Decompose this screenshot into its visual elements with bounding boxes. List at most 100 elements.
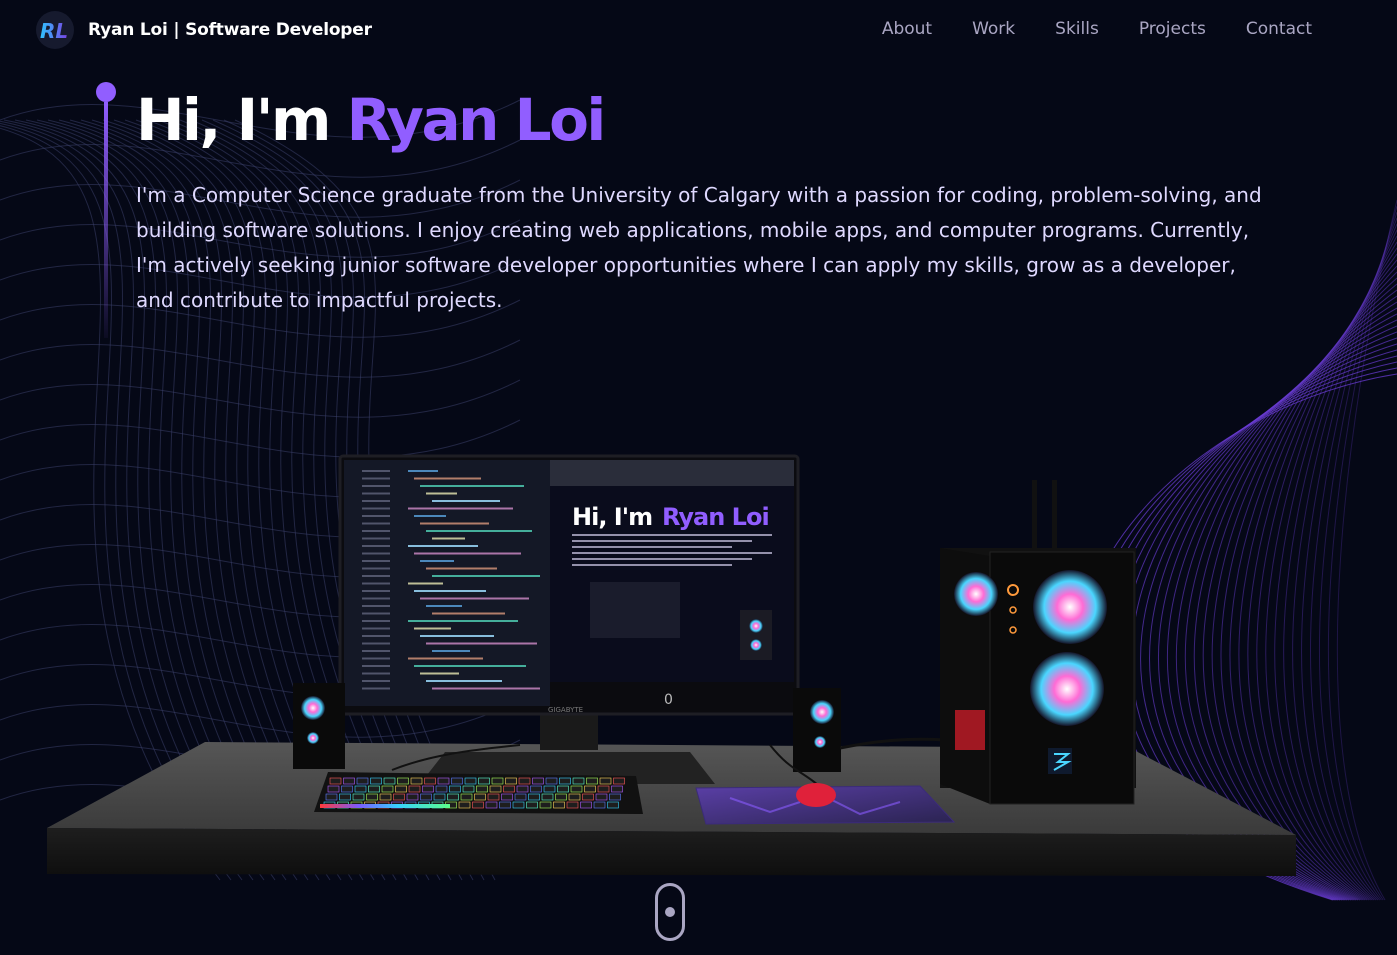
accent-line — [104, 102, 108, 338]
keyboard-key — [543, 785, 556, 793]
code-line — [414, 477, 481, 480]
keyboard-key — [462, 785, 475, 793]
code-line — [420, 672, 459, 675]
keyboard-key — [541, 793, 554, 801]
keyboard-key — [408, 785, 421, 793]
nav-link-about[interactable]: About — [882, 19, 932, 39]
keyboard-key — [476, 785, 488, 793]
keyboard-key — [420, 793, 432, 801]
keyboard-key — [451, 777, 463, 785]
brand-title[interactable]: Ryan Loi | Software Developer — [88, 20, 372, 40]
keyboard-key — [433, 793, 446, 801]
code-line — [432, 575, 540, 577]
logo-text: RL — [40, 19, 68, 41]
keyboard-key — [526, 801, 538, 809]
code-line — [408, 470, 438, 472]
keyboard — [314, 772, 643, 814]
keyboard-key — [435, 785, 448, 793]
file-tree-line — [362, 612, 390, 615]
code-line — [414, 552, 521, 555]
keyboard-key — [325, 793, 338, 801]
keyboard-key — [595, 793, 608, 801]
keyboard-key — [341, 785, 353, 793]
screen-text-line — [572, 558, 752, 560]
keyboard-key — [505, 777, 517, 785]
scroll-down-indicator[interactable] — [655, 883, 685, 941]
code-line — [426, 530, 532, 532]
file-tree-line — [362, 560, 390, 562]
keyboard-key — [613, 777, 625, 785]
keyboard-key — [422, 785, 434, 793]
keyboard-key — [499, 801, 511, 809]
keyboard-key — [370, 777, 382, 785]
keyboard-key — [368, 785, 380, 793]
code-line — [420, 522, 489, 525]
file-tree-line — [362, 665, 390, 667]
keyboard-key — [528, 793, 540, 801]
keyboard-key — [514, 793, 527, 801]
code-line — [426, 642, 537, 645]
file-tree-line — [362, 507, 390, 510]
code-line — [432, 612, 505, 615]
code-line — [432, 650, 470, 652]
nav-link-work[interactable]: Work — [972, 19, 1015, 39]
keyboard-key — [566, 801, 579, 809]
keyboard-key — [460, 793, 473, 801]
hero-greeting: Hi, I'm — [136, 86, 347, 154]
hero-description: I'm a Computer Science graduate from the… — [136, 183, 1262, 312]
file-tree-line — [362, 575, 390, 577]
monitor: GIGABYTE Hi, I'm Ryan Loi 0 — [338, 454, 800, 716]
keyboard-key — [489, 785, 502, 793]
file-tree-line — [362, 492, 390, 495]
keyboard-key — [383, 777, 396, 785]
keyboard-key — [582, 793, 594, 801]
keyboard-key — [397, 777, 409, 785]
code-line — [414, 515, 446, 517]
file-tree-line — [362, 552, 390, 555]
code-line — [408, 620, 518, 622]
code-line — [414, 590, 486, 592]
keyboard-key — [379, 793, 392, 801]
hero-name: Ryan Loi — [346, 86, 607, 154]
keyboard-key — [555, 793, 567, 801]
screen-text-line — [572, 540, 752, 542]
monitor-brand-label: GIGABYTE — [548, 706, 583, 714]
rl-logo-icon: RL — [40, 19, 68, 41]
desk-setup-3d-canvas[interactable]: GIGABYTE Hi, I'm Ryan Loi 0 — [0, 320, 1397, 880]
file-tree-line — [362, 470, 390, 472]
code-line — [432, 687, 540, 690]
file-tree-line — [362, 650, 390, 652]
keyboard-key — [406, 793, 419, 801]
file-tree-line — [362, 620, 390, 622]
keyboard-key — [437, 777, 450, 785]
keyboard-key — [532, 777, 544, 785]
keyboard-key — [343, 777, 355, 785]
pc-tower — [940, 480, 1136, 805]
accent-dot — [96, 82, 116, 102]
file-tree-line — [362, 597, 390, 600]
keyboard-key — [518, 777, 531, 785]
keyboard-key — [512, 801, 525, 809]
file-tree-line — [362, 567, 390, 570]
keyboard-key — [327, 785, 340, 793]
keyboard-key — [597, 785, 610, 793]
file-tree-line — [362, 642, 390, 645]
keyboard-key — [609, 793, 621, 801]
screen-text-line — [572, 564, 732, 566]
keyboard-key — [424, 777, 436, 785]
file-tree-line — [362, 582, 390, 585]
file-tree-line — [362, 680, 390, 682]
file-tree-line — [362, 522, 390, 525]
brand-link[interactable]: RL Ryan Loi | Software Developer — [36, 11, 372, 49]
nav-link-skills[interactable]: Skills — [1055, 19, 1099, 39]
keyboard-key — [570, 785, 583, 793]
nav-link-contact[interactable]: Contact — [1246, 19, 1312, 39]
nav-link-projects[interactable]: Projects — [1139, 19, 1206, 39]
code-line — [426, 492, 457, 495]
keyboard-key — [478, 777, 490, 785]
code-line — [426, 680, 502, 682]
logo[interactable]: RL — [36, 11, 74, 49]
keyboard-key — [557, 785, 569, 793]
keyboard-key — [447, 793, 459, 801]
keyboard-key — [545, 777, 558, 785]
